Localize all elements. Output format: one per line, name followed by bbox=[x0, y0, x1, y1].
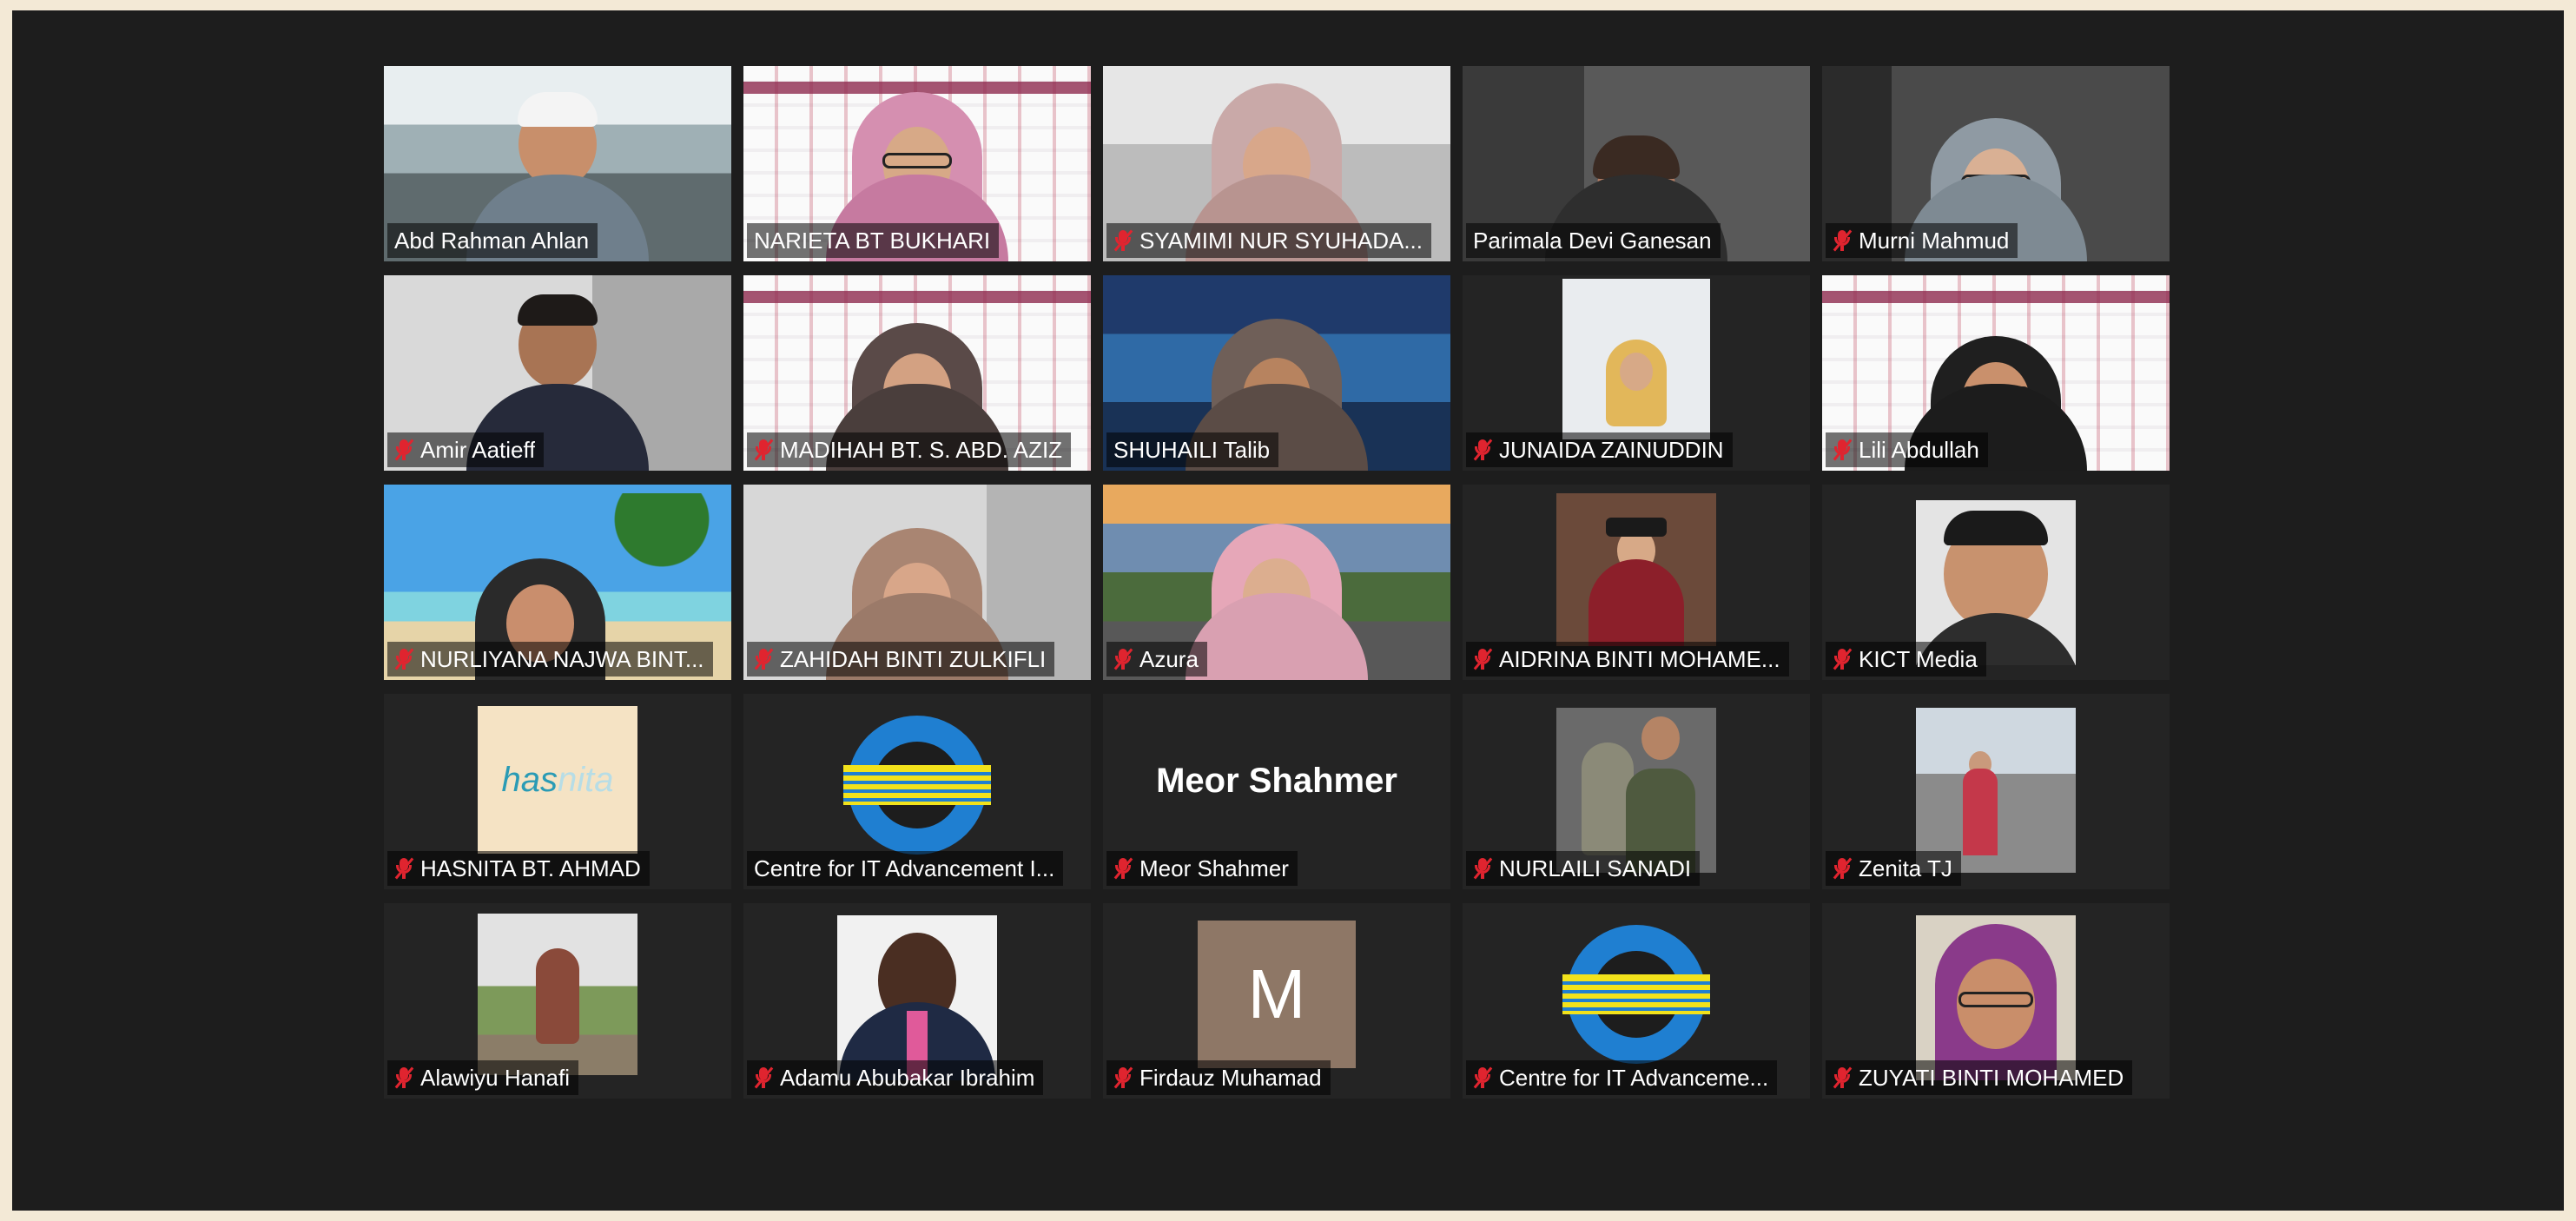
participant-photo bbox=[1916, 915, 2076, 1080]
mic-off-icon bbox=[1113, 229, 1133, 252]
participant-name-label: Azura bbox=[1106, 642, 1207, 676]
participant-tile[interactable]: NURLAILI SANADI bbox=[1463, 694, 1810, 889]
participant-photo bbox=[837, 915, 997, 1080]
participant-tile[interactable]: Centre for IT Advancement I... bbox=[743, 694, 1091, 889]
participant-photo bbox=[1556, 708, 1716, 873]
participant-name-label: JUNAIDA ZAINUDDIN bbox=[1466, 432, 1733, 467]
mic-off-icon bbox=[394, 857, 414, 880]
participant-tile[interactable]: Lili Abdullah bbox=[1822, 275, 2170, 471]
participant-name-label: Zenita TJ bbox=[1826, 851, 1961, 886]
gallery-grid: Abd Rahman Ahlan NARIETA BT BUKHARI SYAM… bbox=[384, 66, 2170, 1099]
participant-tile[interactable]: NURLIYANA NAJWA BINT... bbox=[384, 485, 731, 680]
participant-photo bbox=[478, 914, 637, 1075]
palm-tree bbox=[610, 493, 714, 624]
participant-tile[interactable]: Zenita TJ bbox=[1822, 694, 2170, 889]
participant-name-label: HASNITA BT. AHMAD bbox=[387, 851, 650, 886]
cita-kict-logo bbox=[1562, 925, 1710, 1064]
participant-name-label: Firdauz Muhamad bbox=[1106, 1060, 1331, 1095]
meeting-window: Abd Rahman Ahlan NARIETA BT BUKHARI SYAM… bbox=[12, 10, 2564, 1211]
mic-off-icon bbox=[1833, 857, 1853, 880]
participant-photo bbox=[1556, 493, 1716, 646]
participant-name-label: Murni Mahmud bbox=[1826, 223, 2018, 258]
participant-name-label: Adamu Abubakar Ibrahim bbox=[747, 1060, 1044, 1095]
mic-off-icon bbox=[1833, 439, 1853, 461]
participant-name-label: Centre for IT Advancement I... bbox=[747, 851, 1064, 886]
participant-photo bbox=[1562, 279, 1710, 439]
mic-off-icon bbox=[1113, 1066, 1133, 1089]
participant-tile[interactable]: Amir Aatieff bbox=[384, 275, 731, 471]
mic-off-icon bbox=[1113, 857, 1133, 880]
participant-tile[interactable]: Centre for IT Advanceme... bbox=[1463, 903, 1810, 1099]
mic-off-icon bbox=[1473, 648, 1493, 670]
participant-tile[interactable]: Meor Shahmer Meor Shahmer bbox=[1103, 694, 1450, 889]
participant-tile[interactable]: Azura bbox=[1103, 485, 1450, 680]
participant-tile[interactable]: ZUYATI BINTI MOHAMED bbox=[1822, 903, 2170, 1099]
participant-tile[interactable]: Parimala Devi Ganesan bbox=[1463, 66, 1810, 261]
mic-off-icon bbox=[1473, 439, 1493, 461]
participant-name-label: Centre for IT Advanceme... bbox=[1466, 1060, 1778, 1095]
participant-name-label: AIDRINA BINTI MOHAME... bbox=[1466, 642, 1789, 676]
participant-tile[interactable]: ZAHIDAH BINTI ZULKIFLI bbox=[743, 485, 1091, 680]
participant-tile[interactable]: Adamu Abubakar Ibrahim bbox=[743, 903, 1091, 1099]
participant-tile[interactable]: SYAMIMI NUR SYUHADA... bbox=[1103, 66, 1450, 261]
participant-name-label: ZUYATI BINTI MOHAMED bbox=[1826, 1060, 2133, 1095]
participant-name-label: Lili Abdullah bbox=[1826, 432, 1988, 467]
participant-name-label: KICT Media bbox=[1826, 642, 1986, 676]
mic-off-icon bbox=[1473, 857, 1493, 880]
participant-tile[interactable]: has nita HASNITA BT. AHMAD bbox=[384, 694, 731, 889]
participant-name-label: Amir Aatieff bbox=[387, 432, 545, 467]
mic-off-icon bbox=[394, 648, 414, 670]
participant-tile[interactable]: KICT Media bbox=[1822, 485, 2170, 680]
participant-tile[interactable]: AIDRINA BINTI MOHAME... bbox=[1463, 485, 1810, 680]
mic-off-icon bbox=[1113, 648, 1133, 670]
cita-kict-logo bbox=[843, 716, 991, 855]
mic-off-icon bbox=[754, 1066, 774, 1089]
participant-name-label: MADIHAH BT. S. ABD. AZIZ bbox=[747, 432, 1072, 467]
mic-off-icon bbox=[394, 439, 414, 461]
participant-name-label: NARIETA BT BUKHARI bbox=[747, 223, 1000, 258]
participant-name-label: SYAMIMI NUR SYUHADA... bbox=[1106, 223, 1432, 258]
participant-name-label: Meor Shahmer bbox=[1106, 851, 1298, 886]
participant-tile[interactable]: Abd Rahman Ahlan bbox=[384, 66, 731, 261]
mic-off-icon bbox=[394, 1066, 414, 1089]
participant-tile[interactable]: MADIHAH BT. S. ABD. AZIZ bbox=[743, 275, 1091, 471]
participant-tile[interactable]: M Firdauz Muhamad bbox=[1103, 903, 1450, 1099]
participant-display-name: Meor Shahmer bbox=[1156, 762, 1397, 800]
participant-name-label: NURLIYANA NAJWA BINT... bbox=[387, 642, 713, 676]
mic-off-icon bbox=[1833, 648, 1853, 670]
participant-tile[interactable]: Murni Mahmud bbox=[1822, 66, 2170, 261]
participant-name-label: Parimala Devi Ganesan bbox=[1466, 223, 1721, 258]
mic-off-icon bbox=[754, 648, 774, 670]
mic-off-icon bbox=[1833, 1066, 1853, 1089]
mic-off-icon bbox=[754, 439, 774, 461]
participant-name-label: NURLAILI SANADI bbox=[1466, 851, 1701, 886]
participant-name-label: Alawiyu Hanafi bbox=[387, 1060, 578, 1095]
participant-name-label: Abd Rahman Ahlan bbox=[387, 223, 598, 258]
participant-tile[interactable]: JUNAIDA ZAINUDDIN bbox=[1463, 275, 1810, 471]
initial-avatar: M bbox=[1198, 921, 1356, 1068]
participant-name-label: ZAHIDAH BINTI ZULKIFLI bbox=[747, 642, 1055, 676]
hasnita-logo: has nita bbox=[478, 706, 637, 854]
participant-name-label: SHUHAILI Talib bbox=[1106, 432, 1279, 467]
participant-photo bbox=[1916, 500, 2076, 665]
participant-photo bbox=[1916, 708, 2076, 873]
participant-tile[interactable]: SHUHAILI Talib bbox=[1103, 275, 1450, 471]
mic-off-icon bbox=[1473, 1066, 1493, 1089]
participant-tile[interactable]: Alawiyu Hanafi bbox=[384, 903, 731, 1099]
mic-off-icon bbox=[1833, 229, 1853, 252]
participant-tile-active-speaker[interactable]: NARIETA BT BUKHARI bbox=[743, 66, 1091, 261]
